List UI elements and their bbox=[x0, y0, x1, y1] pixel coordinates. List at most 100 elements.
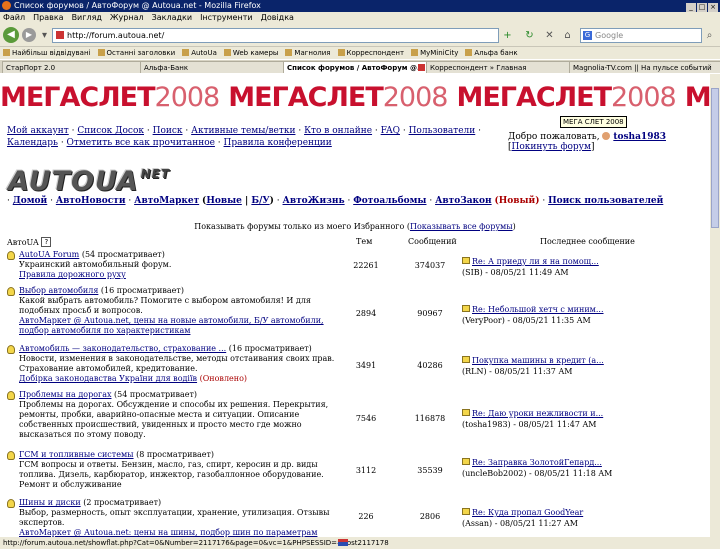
close-window-button[interactable]: × bbox=[708, 3, 718, 12]
back-button[interactable]: ◀ bbox=[3, 27, 19, 43]
menu-help[interactable]: Довідка bbox=[261, 13, 294, 22]
tab-alfa-bank[interactable]: Альфа-Банк bbox=[140, 61, 285, 73]
post-icon bbox=[462, 508, 470, 515]
lightbulb-icon bbox=[7, 451, 15, 460]
tab-label: Альфа-Банк bbox=[144, 64, 189, 72]
bookmark-latest-headlines[interactable]: Останні заголовки bbox=[98, 49, 176, 57]
bookmark-alfa-bank[interactable]: Альфа банк bbox=[465, 49, 517, 57]
tab-starport[interactable]: СтарПорт 2.0 bbox=[2, 61, 142, 73]
search-link[interactable]: Поиск bbox=[153, 126, 183, 136]
vertical-scrollbar[interactable] bbox=[710, 74, 720, 537]
last-post-link[interactable]: Re: Даю уроки нежливости и... bbox=[472, 409, 603, 418]
bookmark-myminicity[interactable]: MyMiniCity bbox=[411, 49, 458, 57]
forum-sublink[interactable]: Добірка законодавства України для водіїв bbox=[19, 374, 197, 383]
menu-tools[interactable]: Інструменти bbox=[200, 13, 253, 22]
menu-file[interactable]: Файл bbox=[3, 13, 25, 22]
forum-title-link[interactable]: Проблемы на дорогах bbox=[19, 390, 111, 399]
bookmark-magnolia[interactable]: Магнолия bbox=[285, 49, 330, 57]
address-bar[interactable]: http://forum.autoua.net/ bbox=[52, 28, 499, 43]
forum-title-link[interactable]: ГСМ и топливные системы bbox=[19, 450, 134, 459]
nav-photos[interactable]: Фотоальбомы bbox=[353, 196, 426, 206]
forum-sublink[interactable]: Правила дорожного руху bbox=[19, 270, 126, 279]
help-icon[interactable]: ? bbox=[41, 237, 52, 247]
forward-button[interactable]: ▶ bbox=[22, 28, 36, 42]
nav-market-new[interactable]: Новые bbox=[206, 196, 242, 206]
rules-link[interactable]: Правила конференции bbox=[224, 138, 332, 148]
tab-label: Список форумов / АвтоФорум @... bbox=[287, 64, 425, 72]
forum-info: Выбор автомобиля (16 просматривает) Како… bbox=[19, 286, 337, 336]
last-post-link[interactable]: Re: Небольшой хетч с миним... bbox=[472, 305, 604, 314]
last-post-link[interactable]: Re: Куда пропал GoodYear bbox=[472, 508, 583, 517]
megaslet-banner[interactable]: МЕГАСЛЕТ2008МЕГАСЛЕТ2008МЕГАСЛЕТ2008МЕГА… bbox=[0, 82, 710, 114]
tab-close-icon[interactable] bbox=[418, 64, 425, 71]
add-bookmark-icon[interactable]: + bbox=[502, 30, 513, 41]
show-all-forums-link[interactable]: Показывать все форумы bbox=[410, 222, 513, 231]
last-post-meta: (Assan) - 08/05/21 11:27 AM bbox=[462, 519, 578, 528]
calendar-link[interactable]: Календарь bbox=[7, 138, 58, 148]
last-post-link[interactable]: Покупка машины в кредит (а... bbox=[472, 356, 604, 365]
nav-life[interactable]: АвтоЖизнь bbox=[283, 196, 345, 206]
bookmark-autoua[interactable]: AutoUa bbox=[182, 49, 217, 57]
scrollbar-thumb[interactable] bbox=[711, 88, 719, 228]
last-post-link[interactable]: Re: Заправка ЗолотойГепард... bbox=[472, 458, 602, 467]
forum-title-link[interactable]: AutoUA Forum bbox=[19, 250, 79, 259]
post-count: 116878 bbox=[414, 414, 446, 423]
forum-sublink[interactable]: АвтоМаркет @ Autoua.net, цены на новые а… bbox=[19, 316, 324, 335]
topic-count: 7546 bbox=[355, 414, 377, 423]
forum-title-link[interactable]: Шины и диски bbox=[19, 498, 81, 507]
forum-title-link[interactable]: Автомобиль — законодательство, страхован… bbox=[19, 344, 226, 353]
nav-home[interactable]: Домой bbox=[13, 196, 48, 206]
forum-viewers: (8 просматривает) bbox=[133, 450, 215, 459]
boards-list-link[interactable]: Список Досок bbox=[77, 126, 144, 136]
nav-user-search[interactable]: Поиск пользователей bbox=[548, 196, 663, 206]
menu-view[interactable]: Вигляд bbox=[72, 13, 102, 22]
tab-korrespondent[interactable]: Корреспондент » Главная bbox=[426, 61, 571, 73]
menu-history[interactable]: Журнал bbox=[110, 13, 144, 22]
forum-row: Проблемы на дорогах (54 просматривает) П… bbox=[0, 390, 710, 450]
forum-title-link[interactable]: Выбор автомобиля bbox=[19, 286, 98, 295]
last-post-link[interactable]: Re: А приеду ли я на помощ... bbox=[472, 257, 599, 266]
topic-count: 22261 bbox=[353, 261, 379, 270]
search-icon[interactable]: ⌕ bbox=[704, 30, 715, 41]
forum-sublink[interactable]: АвтоМаркет @ Autoua.net: цены на шины, п… bbox=[19, 528, 317, 537]
users-link[interactable]: Пользователи bbox=[409, 126, 476, 136]
nav-law[interactable]: АвтоЗакон bbox=[435, 196, 492, 206]
bookmark-korrespondent[interactable]: Корреспондент bbox=[338, 49, 405, 57]
forum-info: Проблемы на дорогах (54 просматривает) П… bbox=[19, 390, 337, 440]
bookmark-webcams[interactable]: Web камеры bbox=[224, 49, 279, 57]
last-post-meta: (RLN) - 08/05/21 11:37 AM bbox=[462, 367, 573, 376]
last-post-header: Последнее сообщение bbox=[540, 237, 635, 246]
stop-icon[interactable]: ✕ bbox=[544, 30, 555, 41]
bookmark-most-visited[interactable]: Найбільш відвідувані bbox=[3, 49, 91, 57]
lightbulb-icon bbox=[7, 391, 15, 400]
forum-description: Украинский автомобильный форум. bbox=[19, 260, 172, 269]
mark-all-read-link[interactable]: Отметить все как прочитанное bbox=[67, 138, 215, 148]
nav-news[interactable]: АвтоНовости bbox=[56, 196, 126, 206]
tab-magnolia[interactable]: Magnolia-TV.com || На пульсе событий bbox=[569, 61, 720, 73]
my-account-link[interactable]: Мой аккаунт bbox=[7, 126, 69, 136]
faq-link[interactable]: FAQ bbox=[381, 126, 400, 136]
last-post: Re: Даю уроки нежливости и... (tosha1983… bbox=[462, 408, 707, 430]
forum-info: ГСМ и топливные системы (8 просматривает… bbox=[19, 450, 337, 490]
username-link[interactable]: tosha1983 bbox=[613, 132, 666, 142]
maximize-button[interactable]: □ bbox=[697, 3, 707, 12]
menu-edit[interactable]: Правка bbox=[33, 13, 63, 22]
dropdown-icon[interactable]: ▾ bbox=[39, 30, 50, 41]
topic-count: 226 bbox=[358, 512, 374, 521]
reload-icon[interactable]: ↻ bbox=[524, 30, 535, 41]
logout-link[interactable]: Покинуть форум bbox=[512, 142, 591, 152]
tab-autoua-forum[interactable]: Список форумов / АвтоФорум @... bbox=[283, 61, 428, 73]
menu-bookmarks[interactable]: Закладки bbox=[152, 13, 192, 22]
forum-viewers: (54 просматривает) bbox=[111, 390, 198, 399]
active-topics-link[interactable]: Активные темы/ветки bbox=[191, 126, 295, 136]
tab-label: СтарПорт 2.0 bbox=[6, 64, 56, 72]
banner-tooltip: МЕГА СЛЕТ 2008 bbox=[560, 116, 627, 128]
minimize-button[interactable]: _ bbox=[686, 3, 696, 12]
search-box[interactable]: G Google bbox=[580, 28, 702, 43]
nav-market-used[interactable]: Б/У bbox=[251, 196, 269, 206]
home-icon[interactable]: ⌂ bbox=[562, 30, 573, 41]
who-online-link[interactable]: Кто в онлайне bbox=[304, 126, 372, 136]
nav-market[interactable]: АвтоМаркет bbox=[134, 196, 199, 206]
autoua-logo[interactable]: AUTOUA NET bbox=[8, 160, 208, 196]
last-post: Покупка машины в кредит (а... (RLN) - 08… bbox=[462, 355, 707, 377]
